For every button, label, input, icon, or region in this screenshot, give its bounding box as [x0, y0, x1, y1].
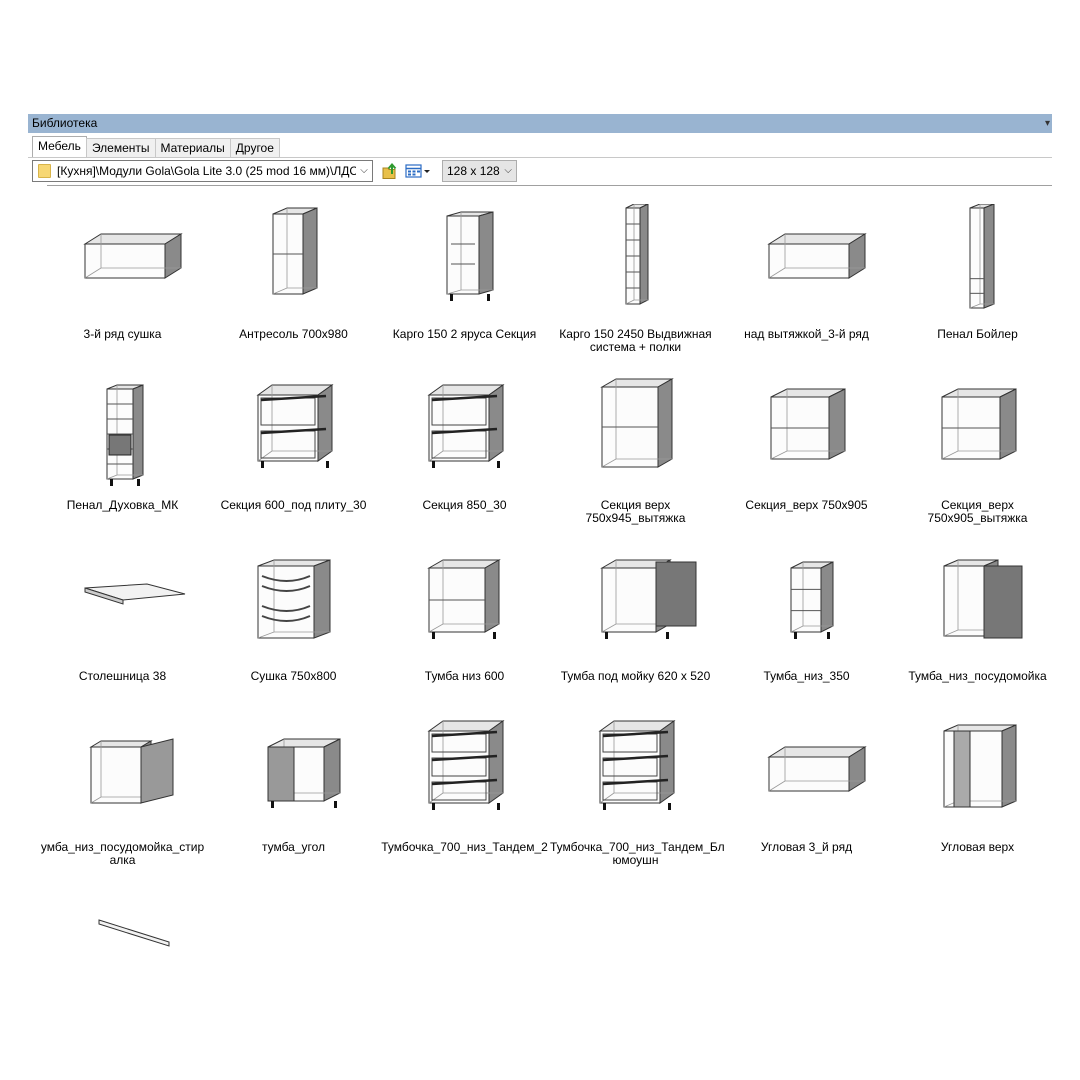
- library-item-label: тумба_угол: [261, 840, 326, 854]
- library-item[interactable]: Пенал_Духовка_МК: [37, 375, 208, 525]
- base-cabinet-narrow-icon: [790, 561, 834, 639]
- tab-materials[interactable]: Материалы: [154, 138, 231, 158]
- drawer-cabinet-3-icon: [427, 720, 505, 810]
- library-item[interactable]: Тумбочка_700_низ_Тандем_Бл юмоушн: [550, 717, 725, 867]
- open-cabinet-icon: [600, 378, 674, 468]
- wide-cabinet-icon: [767, 746, 867, 792]
- path-combobox[interactable]: [Кухня]\Модули Gola\Gola Lite 3.0 (25 mo…: [32, 160, 373, 182]
- dish-rack-icon: [257, 559, 331, 639]
- library-item-label: Секция 850_30: [422, 498, 507, 512]
- library-item[interactable]: Столешница 38: [37, 546, 208, 696]
- library-item[interactable]: Секция 850_30: [379, 375, 550, 525]
- column-cabinet-icon: [625, 204, 649, 305]
- pin-icon[interactable]: ▾: [1045, 114, 1050, 133]
- view-mode-icon[interactable]: [404, 162, 432, 180]
- library-item-label: Пенал_Духовка_МК: [66, 498, 179, 512]
- library-item[interactable]: Тумба_низ_350: [721, 546, 892, 696]
- library-item-label: Тумбочка_700_низ_Тандем_Бл юмоушн: [550, 840, 725, 867]
- wide-cabinet-icon: [767, 233, 867, 279]
- tab-other[interactable]: Другое: [229, 138, 280, 158]
- dishwasher-panel-2-icon: [89, 738, 174, 804]
- library-toolbar: [Кухня]\Модули Gola\Gola Lite 3.0 (25 mo…: [32, 160, 1052, 184]
- base-cabinet-icon: [427, 559, 501, 639]
- chevron-down-icon: ⌵: [504, 165, 512, 176]
- library-item[interactable]: над вытяжкой_3-й ряд: [721, 204, 892, 354]
- tall-cabinet-2-icon: [272, 207, 318, 295]
- library-item[interactable]: Секция_верх 750х905_вытяжка: [892, 375, 1052, 525]
- cargo-cabinet-icon: [446, 211, 494, 301]
- library-item[interactable]: Карго 150 2 яруса Секция: [379, 204, 550, 354]
- library-item-label: Секция верх 750х945_вытяжка: [585, 498, 686, 525]
- open-cabinet-wide-icon: [770, 388, 846, 460]
- thumbnail-size-select[interactable]: 128 x 128 ⌵: [442, 160, 517, 182]
- library-item-label: Тумба_низ_посудомойка: [908, 669, 1047, 683]
- library-item-label: Карго 150 2 яруса Секция: [392, 327, 537, 341]
- library-item-label: Антресоль 700х980: [239, 327, 348, 341]
- tab-divider: [28, 157, 1052, 158]
- tab-elements[interactable]: Элементы: [85, 138, 156, 158]
- chevron-down-icon[interactable]: ⌵: [356, 161, 372, 181]
- library-item[interactable]: Тумба под мойку 620 х 520: [550, 546, 721, 696]
- library-item[interactable]: 3-й ряд сушка: [37, 204, 208, 354]
- drawer-cabinet-3-icon: [598, 720, 676, 810]
- library-item[interactable]: [37, 888, 208, 1038]
- library-item[interactable]: Секция 600_под плиту_30: [208, 375, 379, 525]
- library-item-label: Тумба_низ_350: [763, 669, 850, 683]
- library-item[interactable]: Угловая 3_й ряд: [721, 717, 892, 867]
- library-item[interactable]: тумба_угол: [208, 717, 379, 867]
- library-item[interactable]: Антресоль 700х980: [208, 204, 379, 354]
- library-item-label: умба_низ_посудомойка_стир алка: [40, 840, 205, 867]
- library-item[interactable]: Тумбочка_700_низ_Тандем_2: [379, 717, 550, 867]
- window-titlebar[interactable]: Библиотека ▾: [28, 114, 1052, 133]
- library-item-label: Секция_верх 750х905: [745, 498, 868, 512]
- library-item-label: Пенал Бойлер: [937, 327, 1018, 341]
- library-item-label: Тумбочка_700_низ_Тандем_2: [381, 840, 548, 854]
- countertop-icon: [84, 583, 186, 605]
- library-item-label: Тумба низ 600: [424, 669, 505, 683]
- library-item-label: Секция_верх 750х905_вытяжка: [927, 498, 1028, 525]
- library-item-label: Столешница 38: [78, 669, 167, 683]
- library-item[interactable]: Сушка 750х800: [208, 546, 379, 696]
- library-item[interactable]: Тумба_низ_посудомойка: [892, 546, 1052, 696]
- library-item[interactable]: Пенал Бойлер: [892, 204, 1052, 354]
- library-panel: Библиотека ▾ Мебель Элементы Материалы Д…: [28, 114, 1052, 1080]
- sink-cabinet-icon: [600, 559, 697, 639]
- library-item-label: Сушка 750х800: [250, 669, 337, 683]
- library-item[interactable]: Секция_верх 750х905: [721, 375, 892, 525]
- path-text: [Кухня]\Модули Gola\Gola Lite 3.0 (25 mo…: [57, 164, 367, 178]
- library-item-label: Угловая верх: [940, 840, 1015, 854]
- tab-furniture[interactable]: Мебель: [32, 136, 87, 158]
- thumbnail-size-value: 128 x 128: [447, 164, 500, 178]
- toolbar-divider: [47, 185, 1052, 186]
- library-item-label: Секция 600_под плиту_30: [220, 498, 367, 512]
- folder-up-icon[interactable]: [380, 162, 400, 180]
- library-item-label: Карго 150 2450 Выдвижная система + полки: [559, 327, 712, 354]
- library-item-label: Угловая 3_й ряд: [760, 840, 853, 854]
- drawer-cabinet-icon: [256, 384, 334, 468]
- plinth-strip-icon: [98, 919, 170, 947]
- open-cabinet-wide-icon: [941, 388, 1017, 460]
- corner-upper-icon: [943, 724, 1017, 808]
- dishwasher-panel-icon: [943, 559, 1023, 639]
- library-item-label: Тумба под мойку 620 х 520: [560, 669, 711, 683]
- narrow-column-icon: [969, 204, 995, 309]
- folder-icon: [38, 164, 51, 178]
- corner-base-icon: [267, 738, 341, 808]
- wide-cabinet-icon: [83, 233, 183, 279]
- tab-bar: Мебель Элементы Материалы Другое: [32, 136, 280, 158]
- window-title: Библиотека: [32, 116, 98, 130]
- library-item[interactable]: Карго 150 2450 Выдвижная система + полки: [550, 204, 721, 354]
- library-item-label: 3-й ряд сушка: [83, 327, 162, 341]
- oven-column-icon: [106, 384, 144, 486]
- drawer-cabinet-icon: [427, 384, 505, 468]
- library-item[interactable]: Угловая верх: [892, 717, 1052, 867]
- library-item-label: над вытяжкой_3-й ряд: [744, 327, 869, 341]
- library-item[interactable]: Тумба низ 600: [379, 546, 550, 696]
- library-item[interactable]: умба_низ_посудомойка_стир алка: [37, 717, 208, 867]
- library-item[interactable]: Секция верх 750х945_вытяжка: [550, 375, 721, 525]
